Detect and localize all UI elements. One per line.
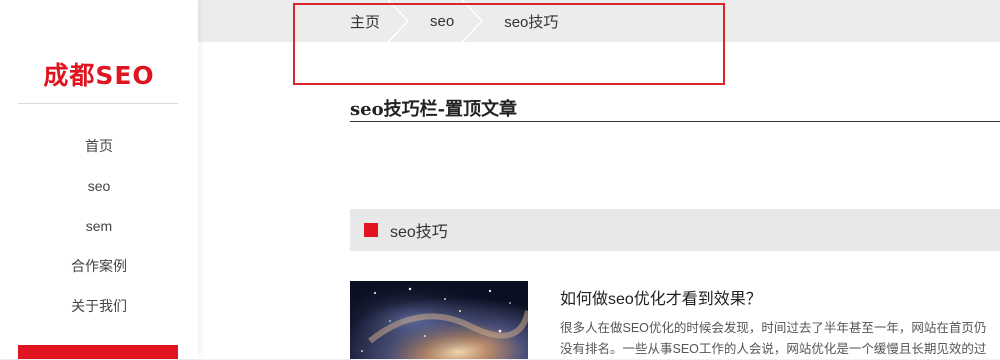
page-title: seo技巧栏-置顶文章 xyxy=(350,99,518,120)
main-area: 主页 seo seo技巧 seo技巧栏-置顶文章 seo技巧 如何做seo优化才… xyxy=(198,0,1000,359)
section-marker-icon xyxy=(364,223,378,237)
article-title-link[interactable]: 如何做seo优化才看到效果？ xyxy=(560,285,762,309)
nav-item-seo[interactable]: seo xyxy=(0,174,198,214)
article-thumbnail[interactable] xyxy=(350,281,528,359)
sidebar: 成都SEO 首页 seo sem 合作案例 关于我们 xyxy=(0,0,198,359)
article-excerpt-line: 没有排名。一些从事SEO工作的人会说，网站优化是一个缓慢且长期见效的过 xyxy=(560,342,987,356)
sidebar-red-bar[interactable] xyxy=(18,345,178,359)
section-header: seo技巧 xyxy=(350,209,1000,251)
nav-item-sem[interactable]: sem xyxy=(0,214,198,254)
content-area xyxy=(198,42,1000,359)
article-excerpt: 很多人在做SEO优化的时候会发现，时间过去了半年甚至一年，网站在首页仍 没有排名… xyxy=(560,318,1000,360)
nav-item-cases[interactable]: 合作案例 xyxy=(0,254,198,294)
annotation-highlight-box xyxy=(293,3,725,85)
article-excerpt-line: 很多人在做SEO优化的时候会发现，时间过去了半年甚至一年，网站在首页仍 xyxy=(560,321,987,335)
nav-item-about[interactable]: 关于我们 xyxy=(0,294,198,334)
site-logo[interactable]: 成都SEO xyxy=(0,56,198,92)
sidebar-nav: 首页 seo sem 合作案例 关于我们 xyxy=(0,134,198,334)
section-label[interactable]: seo技巧 xyxy=(390,218,448,242)
title-divider xyxy=(350,121,1000,122)
galaxy-image-icon xyxy=(350,281,528,359)
nav-item-home[interactable]: 首页 xyxy=(0,134,198,174)
logo-divider xyxy=(18,103,178,104)
